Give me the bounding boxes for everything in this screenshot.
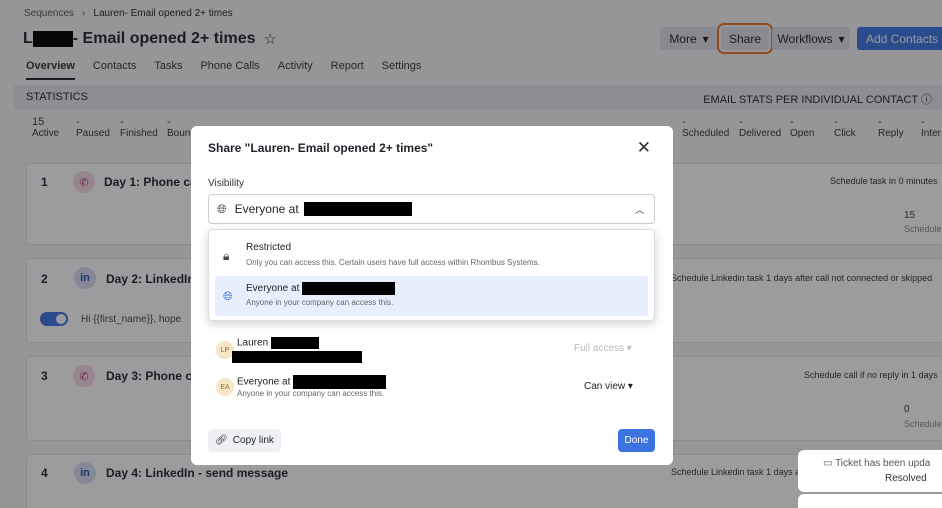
toast-status: Resolved: [885, 473, 927, 484]
redacted-block: [303, 202, 412, 216]
redacted-block: [302, 282, 396, 295]
lock-icon: 🔒︎: [223, 249, 230, 263]
done-button[interactable]: Done: [618, 429, 655, 452]
redacted-block: [270, 337, 319, 349]
globe-icon: 🌐︎: [223, 289, 233, 303]
option-title: Restricted: [246, 242, 292, 253]
option-description: Anyone in your company can access this.: [246, 298, 394, 307]
copy-link-button[interactable]: 🔗︎ Copy link: [208, 429, 281, 452]
toast-text: Ticket has been upda: [835, 458, 931, 469]
notification-toast[interactable]: ▭ Ticket has been upda Resolved: [798, 450, 942, 492]
visibility-dropdown: 🔒︎ Restricted Only you can access this. …: [208, 229, 655, 321]
ticket-icon: ▭: [823, 458, 833, 469]
globe-icon: 🌐︎: [217, 201, 227, 216]
option-everyone[interactable]: 🌐︎ Everyone at Anyone in your company ca…: [215, 276, 648, 316]
dialog-title: Share "Lauren- Email opened 2+ times": [208, 141, 434, 155]
person-description: Anyone in your company can access this.: [237, 389, 385, 398]
person-name: Lauren: [237, 337, 319, 349]
chevron-up-icon: ︿: [634, 205, 644, 215]
redacted-block: [232, 351, 362, 363]
access-level-disabled: Full access ▾: [574, 343, 632, 354]
avatar: EA: [216, 378, 234, 396]
visibility-select[interactable]: 🌐︎ Everyone at ︿: [208, 194, 655, 224]
share-dialog: Share "Lauren- Email opened 2+ times" ✕ …: [191, 126, 673, 465]
visibility-label: Visibility: [208, 178, 244, 189]
option-restricted[interactable]: 🔒︎ Restricted Only you can access this. …: [215, 236, 648, 276]
link-icon: 🔗︎: [215, 435, 228, 446]
redacted-block: [293, 375, 387, 389]
notification-toast[interactable]: [798, 494, 942, 508]
option-title: Everyone at: [246, 282, 396, 295]
toast-row: ▭ Ticket has been upda: [823, 458, 930, 469]
visibility-value: Everyone at: [234, 202, 299, 216]
access-level-select[interactable]: Can view ▾: [584, 381, 633, 392]
option-description: Only you can access this. Certain users …: [246, 258, 540, 267]
close-icon[interactable]: ✕: [637, 138, 651, 158]
person-name: Everyone at: [237, 375, 387, 389]
